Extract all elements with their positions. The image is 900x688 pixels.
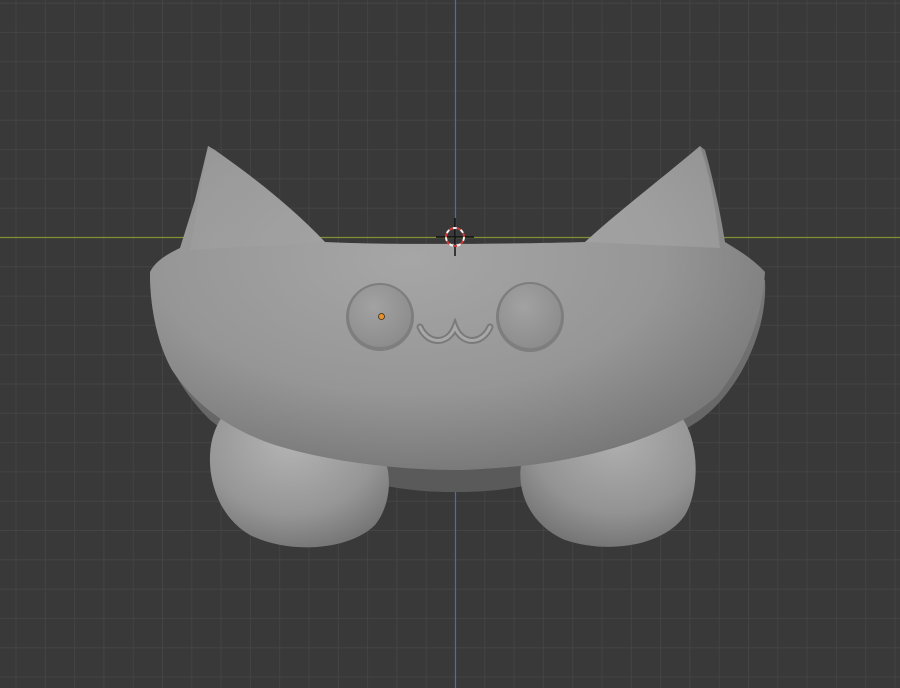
object-origin-icon[interactable] xyxy=(378,313,385,320)
right-ear xyxy=(585,146,720,248)
right-eye xyxy=(496,282,564,352)
3d-viewport[interactable] xyxy=(0,0,900,688)
left-ear xyxy=(190,146,325,250)
viewport-canvas[interactable] xyxy=(0,0,900,688)
cat-bowl-mesh[interactable] xyxy=(150,146,766,548)
